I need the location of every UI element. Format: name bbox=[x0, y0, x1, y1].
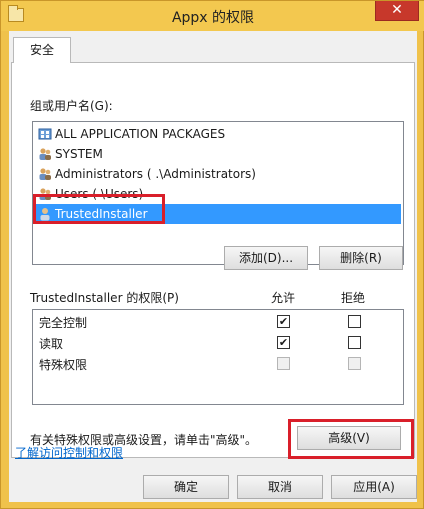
list-item[interactable]: SYSTEM bbox=[35, 144, 401, 164]
groups-label: 组或用户名(G): bbox=[30, 99, 113, 113]
allow-full-control-checkbox[interactable]: ✔ bbox=[277, 315, 290, 328]
learn-access-control-link[interactable]: 了解访问控制和权限 bbox=[15, 444, 123, 461]
security-tab-panel: 组或用户名(G): ALL APPLICATION PACKAGES SYSTE… bbox=[11, 62, 415, 459]
advanced-button[interactable]: 高级(V) bbox=[297, 426, 401, 450]
title-bar[interactable]: Appx 的权限 ✕ bbox=[1, 1, 424, 31]
allow-read-checkbox[interactable]: ✔ bbox=[277, 336, 290, 349]
dialog-client: 安全 组或用户名(G): ALL APPLICATION PACKAGES SY… bbox=[9, 31, 417, 502]
users-icon bbox=[39, 168, 51, 180]
list-item[interactable]: ALL APPLICATION PACKAGES bbox=[35, 124, 401, 144]
users-icon bbox=[39, 148, 51, 160]
permission-name-special: 特殊权限 bbox=[39, 358, 88, 372]
permissions-list: 完全控制 ✔ 读取 ✔ 特殊权限 bbox=[32, 309, 404, 405]
permission-name-read: 读取 bbox=[39, 337, 64, 351]
list-item-label: Administrators ( .\Administrators) bbox=[55, 167, 256, 181]
deny-read-checkbox[interactable] bbox=[348, 336, 361, 349]
packages-icon bbox=[38, 128, 52, 140]
list-item-label: ALL APPLICATION PACKAGES bbox=[55, 127, 226, 141]
permissions-header: TrustedInstaller 的权限(P) bbox=[30, 291, 179, 305]
list-item-label: SYSTEM bbox=[55, 147, 103, 161]
list-item[interactable]: Users ( \Users) bbox=[35, 184, 401, 204]
deny-full-control-checkbox[interactable] bbox=[348, 315, 361, 328]
user-icon bbox=[40, 208, 50, 221]
permissions-window: Appx 的权限 ✕ 安全 组或用户名(G): ALL APPLICATION … bbox=[0, 0, 424, 509]
cancel-button[interactable]: 取消 bbox=[237, 475, 323, 499]
list-item[interactable]: Administrators ( .\Administrators) bbox=[35, 164, 401, 184]
ok-button[interactable]: 确定 bbox=[143, 475, 229, 499]
list-item-label: TrustedInstaller bbox=[55, 207, 148, 221]
deny-column-header: 拒绝 bbox=[341, 291, 366, 305]
permission-name-full-control: 完全控制 bbox=[39, 316, 88, 330]
users-icon bbox=[39, 188, 51, 200]
allow-column-header: 允许 bbox=[271, 291, 296, 305]
list-item-label: Users ( \Users) bbox=[55, 187, 144, 201]
close-button[interactable]: ✕ bbox=[375, 1, 419, 21]
apply-button[interactable]: 应用(A) bbox=[331, 475, 417, 499]
deny-special-checkbox bbox=[348, 357, 361, 370]
list-item-selected[interactable]: TrustedInstaller bbox=[35, 204, 401, 224]
remove-button[interactable]: 删除(R) bbox=[319, 246, 403, 270]
tab-security[interactable]: 安全 bbox=[13, 37, 71, 63]
allow-special-checkbox bbox=[277, 357, 290, 370]
window-title: Appx 的权限 bbox=[171, 10, 255, 26]
add-button[interactable]: 添加(D)... bbox=[224, 246, 308, 270]
groups-list[interactable]: ALL APPLICATION PACKAGES SYSTEM Administ… bbox=[32, 121, 404, 265]
